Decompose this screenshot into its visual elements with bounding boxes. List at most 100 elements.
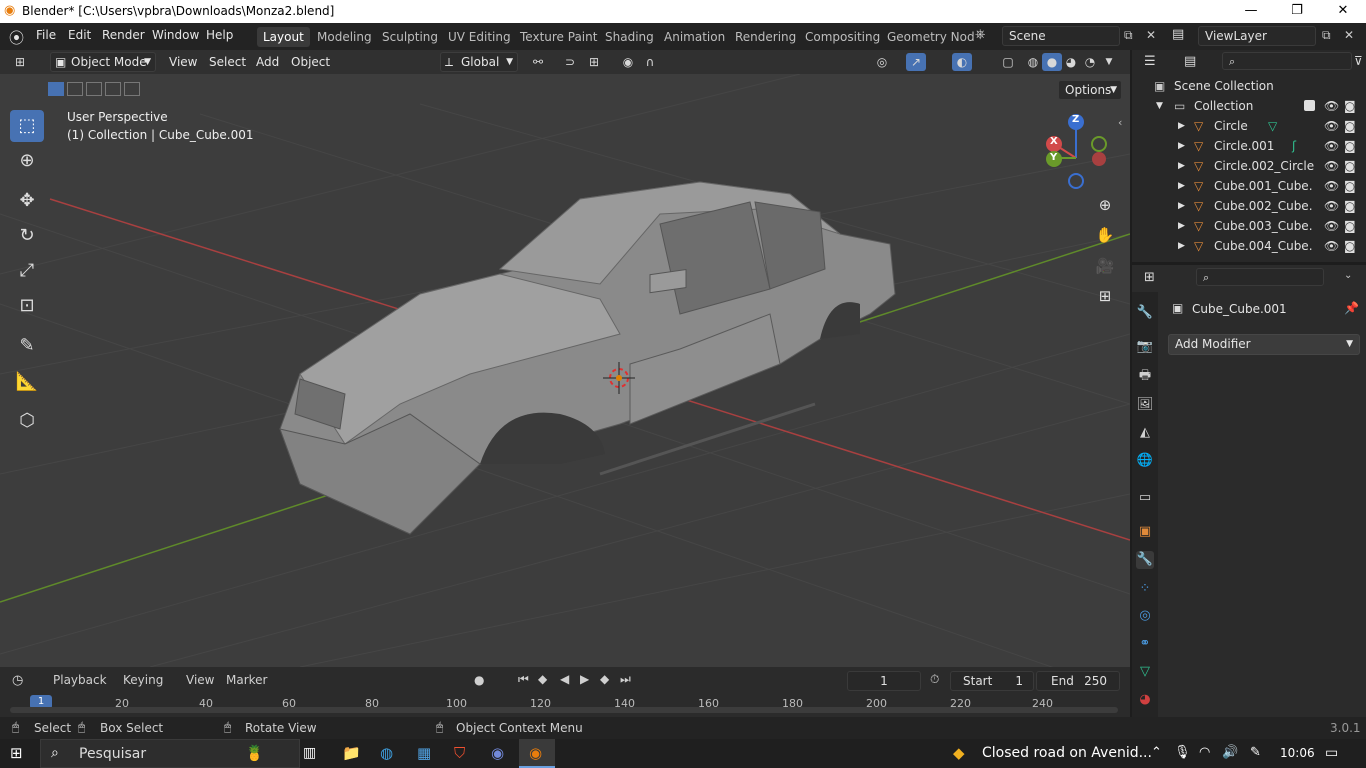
ortho-grid-icon[interactable]: ⊞ [1093, 284, 1117, 308]
eye-icon[interactable]: 👁 [1324, 236, 1339, 256]
collapse-arrow-icon[interactable]: ▼ [1156, 96, 1163, 116]
camera-icon[interactable]: ◙ [1344, 196, 1356, 216]
scene-icon[interactable]: ⎈ [975, 27, 985, 42]
play-icon[interactable]: ▶ [580, 672, 589, 686]
camera-icon[interactable]: ◙ [1344, 96, 1356, 116]
eye-icon[interactable]: 👁 [1324, 156, 1339, 176]
notification-text[interactable]: Closed road on Avenid... [982, 745, 1152, 761]
shading-options-icon[interactable]: ▼ [1099, 53, 1119, 71]
rotate-tool[interactable]: ↻ [10, 220, 44, 252]
select-extend-icon[interactable] [67, 82, 83, 96]
camera-view-icon[interactable]: 🎥 [1093, 254, 1117, 278]
eye-icon[interactable]: 👁 [1324, 96, 1339, 116]
wifi-icon[interactable]: ◠ [1199, 745, 1210, 760]
pan-hand-icon[interactable]: ✋ [1093, 223, 1117, 247]
taskbar-search-box[interactable]: ⌕ Pesquisar 🍍 [40, 739, 300, 768]
tab-animation[interactable]: Animation [658, 27, 731, 47]
navigation-gizmo[interactable] [1046, 114, 1107, 189]
tab-modeling[interactable]: Modeling [311, 27, 378, 47]
outliner-row-object[interactable]: ▶ ▽ Cube.002_Cube. 👁 ◙ [1132, 196, 1366, 216]
blender-taskbar-button[interactable]: ◉ [519, 739, 555, 768]
expand-arrow-icon[interactable]: ▶ [1178, 216, 1185, 236]
camera-icon[interactable]: ◙ [1344, 176, 1356, 196]
cursor-tool[interactable]: ⊕ [10, 145, 44, 177]
eye-icon[interactable]: 👁 [1324, 196, 1339, 216]
volume-icon[interactable]: 🔊 [1222, 745, 1238, 760]
outliner-row-object[interactable]: ▶ ▽ Circle ▽ 👁 ◙ [1132, 116, 1366, 136]
modifier-properties-icon[interactable]: 🔧 [1136, 551, 1154, 569]
tab-uv-editing[interactable]: UV Editing [442, 27, 517, 47]
select-intersect-icon[interactable] [124, 82, 140, 96]
microphone-icon[interactable]: 🎙 [1174, 745, 1191, 760]
tab-shading[interactable]: Shading [599, 27, 660, 47]
properties-editor-icon[interactable]: ⊞ [1144, 270, 1155, 285]
camera-icon[interactable]: ◙ [1344, 156, 1356, 176]
gizmo-icon[interactable]: ↗ [906, 53, 926, 71]
expand-arrow-icon[interactable]: ▶ [1178, 156, 1185, 176]
edge-icon[interactable]: ◍ [380, 744, 393, 762]
tab-geometry-nodes[interactable]: Geometry Nod [881, 27, 981, 47]
collection-properties-icon[interactable]: ▭ [1136, 489, 1154, 507]
eye-icon[interactable]: 👁 [1324, 216, 1339, 236]
outliner-row-object[interactable]: ▶ ▽ Cube.004_Cube. 👁 ◙ [1132, 236, 1366, 256]
jump-start-icon[interactable]: ⏮ [518, 672, 529, 687]
menu-render[interactable]: Render [102, 28, 145, 42]
preview-range-icon[interactable]: ⏱ [930, 672, 939, 687]
tool-properties-icon[interactable]: 🔧 [1136, 304, 1154, 322]
zoom-icon[interactable]: ⊕ [1093, 193, 1117, 217]
select-box-tool[interactable]: ⬚ [10, 110, 44, 142]
timeline-menu-playback[interactable]: Playback [53, 673, 107, 687]
jump-end-icon[interactable]: ⏭ [620, 672, 631, 687]
record-icon[interactable]: ● [474, 673, 484, 687]
output-properties-icon[interactable]: 🖶 [1136, 367, 1154, 385]
prev-keyframe-icon[interactable]: ◆ [538, 672, 547, 686]
properties-options-icon[interactable]: ⌄ [1344, 270, 1352, 281]
camera-icon[interactable]: ◙ [1344, 116, 1356, 136]
data-properties-icon[interactable]: ▽ [1136, 663, 1154, 681]
outliner-row-object[interactable]: ▶ ▽ Cube.003_Cube. 👁 ◙ [1132, 216, 1366, 236]
measure-tool[interactable]: 📐 [10, 366, 44, 398]
render-properties-icon[interactable]: 📷 [1136, 338, 1154, 356]
expand-arrow-icon[interactable]: ▶ [1178, 116, 1185, 136]
scale-tool[interactable]: ⤢ [10, 255, 44, 287]
viewport-menu-view[interactable]: View [169, 55, 197, 69]
mode-dropdown[interactable]: Object Mode ▣ ▼ [50, 52, 156, 72]
constraints-properties-icon[interactable]: ⚭ [1136, 635, 1154, 653]
expand-arrow-icon[interactable]: ▶ [1178, 136, 1185, 156]
pin-icon[interactable]: 📌 [1344, 301, 1359, 315]
notification-center-icon[interactable]: ▭ [1325, 745, 1338, 761]
viewport-menu-select[interactable]: Select [209, 55, 246, 69]
timeline-menu-view[interactable]: View [186, 673, 214, 687]
snap-icon[interactable]: ⊃ [560, 53, 580, 71]
new-viewlayer-icon[interactable]: ⧉ [1322, 28, 1331, 43]
menu-window[interactable]: Window [152, 28, 199, 42]
scene-properties-icon[interactable]: ◭ [1136, 424, 1154, 442]
eye-icon[interactable]: 👁 [1324, 136, 1339, 156]
tab-layout[interactable]: Layout [257, 27, 310, 47]
camera-icon[interactable]: ◙ [1344, 236, 1356, 256]
task-view-icon[interactable]: ▥ [303, 745, 316, 761]
menu-edit[interactable]: Edit [68, 28, 91, 42]
camera-icon[interactable]: ◙ [1344, 136, 1356, 156]
tab-texture-paint[interactable]: Texture Paint [514, 27, 603, 47]
timeline-menu-marker[interactable]: Marker [226, 673, 267, 687]
maximize-button[interactable]: ❐ [1274, 0, 1320, 23]
falloff-icon[interactable]: ∩ [640, 53, 660, 71]
outliner-row-object[interactable]: ▶ ▽ Cube.001_Cube. 👁 ◙ [1132, 176, 1366, 196]
play-reverse-icon[interactable]: ◀ [560, 672, 569, 686]
timeline-menu-keying[interactable]: Keying [123, 673, 163, 687]
select-difference-icon[interactable] [105, 82, 121, 96]
menu-file[interactable]: File [36, 28, 56, 42]
file-explorer-icon[interactable]: 📁 [342, 744, 361, 762]
transform-tool[interactable]: ⊡ [10, 290, 44, 322]
eye-icon[interactable]: 👁 [1324, 116, 1339, 136]
orientation-dropdown[interactable]: Global ⟂ ▼ [440, 52, 518, 72]
sidebar-toggle-icon[interactable]: ‹ [1118, 116, 1122, 129]
solid-shading-icon[interactable]: ● [1042, 53, 1062, 71]
xray-icon[interactable]: ▢ [998, 53, 1018, 71]
end-frame-field[interactable]: End 250 [1036, 671, 1120, 691]
clock-time[interactable]: 10:06 [1280, 746, 1315, 760]
store-icon[interactable]: ▦ [417, 744, 431, 762]
scene-name-field[interactable]: Scene [1002, 26, 1120, 46]
proportional-edit-icon[interactable]: ◉ [618, 53, 638, 71]
